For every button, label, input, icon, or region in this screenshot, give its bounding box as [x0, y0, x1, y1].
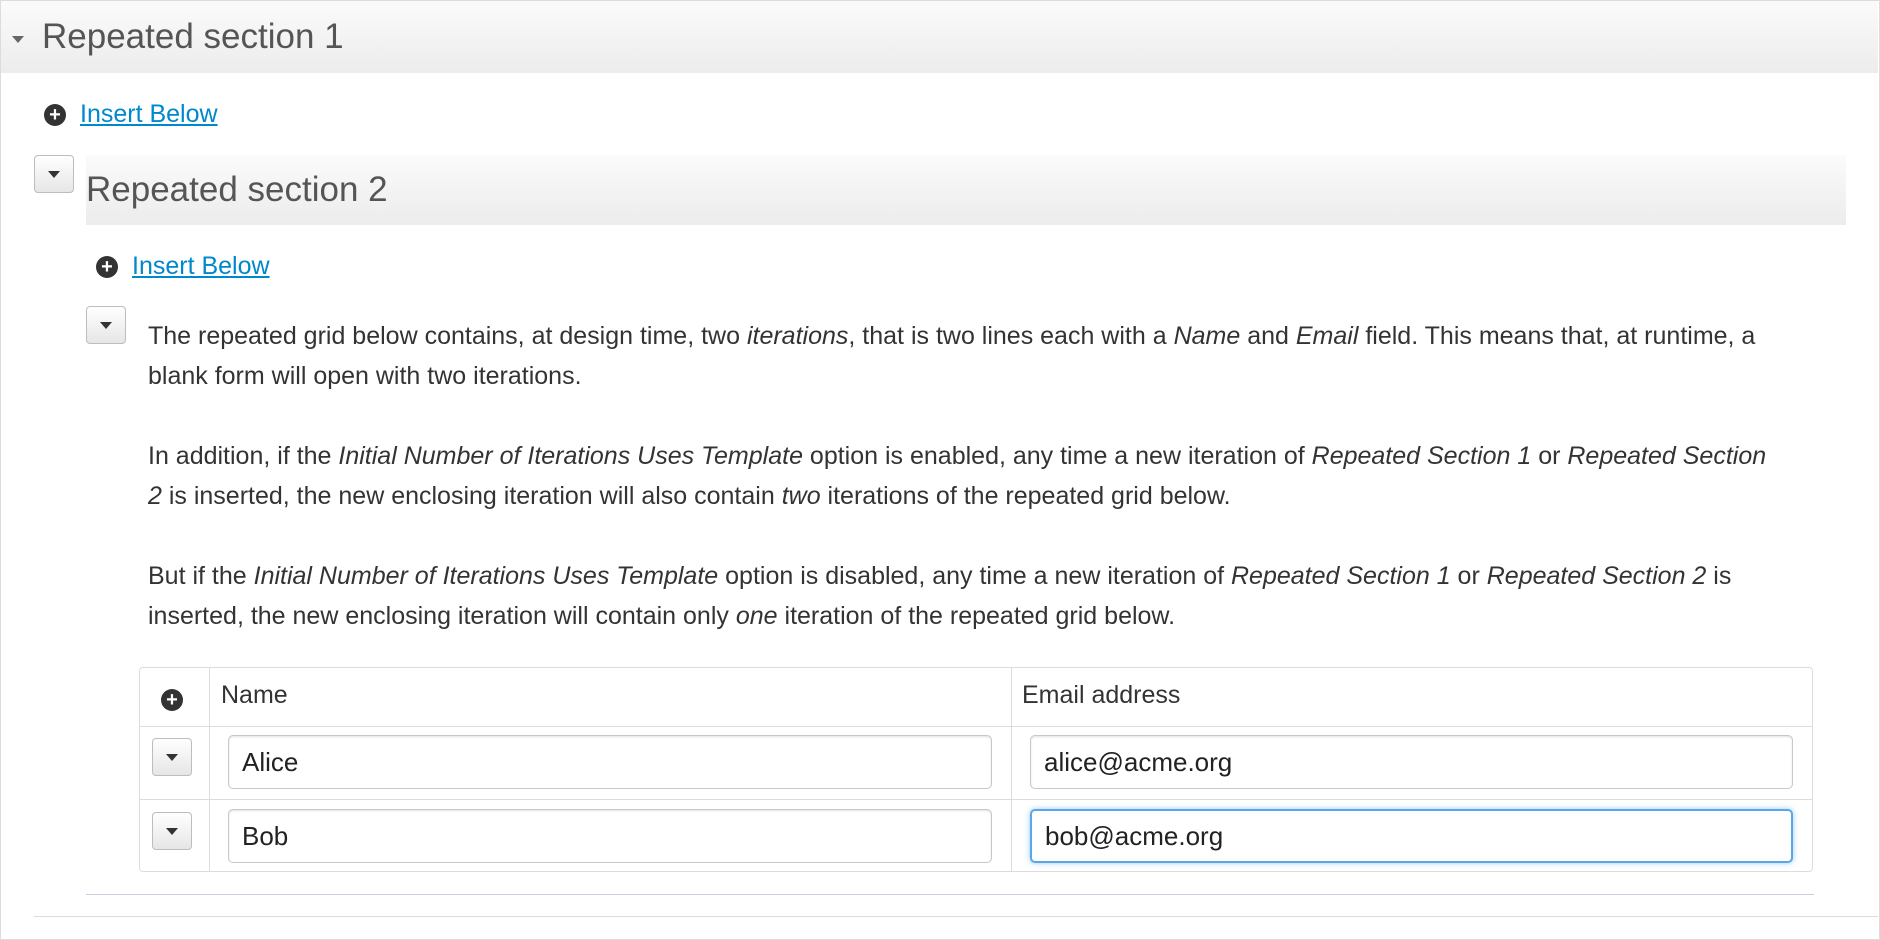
section1-insert-below-link[interactable]: Insert Below	[80, 100, 218, 129]
plus-circle-icon: +	[44, 103, 66, 126]
explanation-text: The repeated grid below contains, at des…	[148, 316, 1778, 676]
caret-down-icon	[166, 754, 178, 761]
caret-down-icon	[166, 828, 178, 835]
section1-collapse-icon[interactable]	[12, 36, 24, 43]
section2-title[interactable]: Repeated section 2	[86, 170, 388, 210]
explanation-paragraph-1: The repeated grid below contains, at des…	[148, 322, 1756, 390]
section2-insert-below[interactable]: + Insert Below	[96, 252, 270, 281]
row1-name-input[interactable]	[228, 735, 992, 789]
grid-divider	[140, 726, 1812, 727]
section1-insert-below[interactable]: + Insert Below	[44, 100, 218, 129]
caret-down-icon	[48, 171, 60, 178]
grid-divider	[140, 799, 1812, 800]
column-header-email: Email address	[1022, 681, 1181, 709]
grid-divider	[209, 668, 210, 871]
section1-title[interactable]: Repeated section 1	[42, 17, 344, 57]
section1-bottom-border	[34, 916, 1878, 917]
row2-email-input[interactable]	[1030, 809, 1793, 863]
row1-email-input[interactable]	[1030, 735, 1793, 789]
explanation-paragraph-3: But if the Initial Number of Iterations …	[148, 562, 1732, 630]
section2-insert-below-link[interactable]: Insert Below	[132, 252, 270, 281]
plus-circle-icon: +	[96, 255, 118, 278]
row2-menu-button[interactable]	[152, 812, 192, 850]
section2-bottom-border	[86, 894, 1814, 895]
grid-divider	[1011, 668, 1012, 871]
section2-menu-button[interactable]	[34, 155, 74, 193]
column-header-name: Name	[221, 681, 288, 709]
explanation-menu-button[interactable]	[86, 306, 126, 344]
explanation-paragraph-2: In addition, if the Initial Number of It…	[148, 442, 1767, 510]
caret-down-icon	[100, 322, 112, 329]
grid-add-row-icon[interactable]: +	[161, 689, 183, 711]
row2-name-input[interactable]	[228, 809, 992, 863]
row1-menu-button[interactable]	[152, 738, 192, 776]
